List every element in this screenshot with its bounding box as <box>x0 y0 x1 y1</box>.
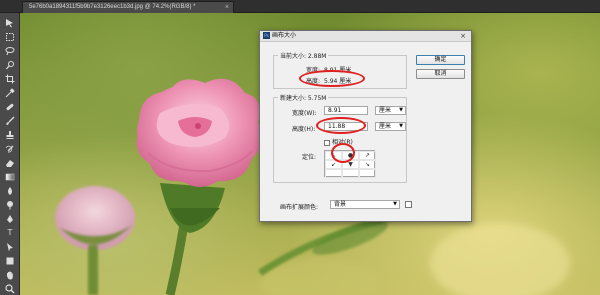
dialog-title: 画布大小 <box>272 32 297 39</box>
cancel-button[interactable]: 取消 <box>416 69 465 79</box>
anchor-bottom-left[interactable] <box>325 169 342 178</box>
highlight-ring-anchor <box>331 143 355 163</box>
history-brush-icon[interactable] <box>3 143 17 155</box>
gradient-icon[interactable] <box>3 171 17 183</box>
hand-icon[interactable] <box>3 269 17 281</box>
dialog-title-bar[interactable]: Ps 画布大小 × <box>260 31 471 42</box>
tools-panel: T <box>0 13 20 295</box>
canvas-size-dialog: Ps 画布大小 × 当前大小: 2.88M 宽度: 8.91 厘米 高度: 5.9… <box>259 30 472 222</box>
anchor-bottom-center[interactable] <box>342 169 359 178</box>
anchor-label: 定位: <box>302 154 317 161</box>
shape-icon[interactable] <box>3 255 17 267</box>
eyedropper-icon[interactable] <box>3 87 17 99</box>
marquee-icon[interactable] <box>3 31 17 43</box>
anchor-top-right[interactable]: ↗ <box>359 151 376 160</box>
chevron-down-icon: ▼ <box>399 107 403 113</box>
chevron-down-icon: ▼ <box>393 201 397 207</box>
dodge-icon[interactable] <box>3 199 17 211</box>
healing-brush-icon[interactable] <box>3 101 17 113</box>
zoom-icon[interactable] <box>3 283 17 295</box>
anchor-bottom-right[interactable] <box>359 169 376 178</box>
photoshop-icon: Ps <box>263 32 270 39</box>
width-input[interactable]: 8.91 <box>324 106 368 115</box>
blur-icon[interactable] <box>3 185 17 197</box>
document-tab-bar: 5e76b0a1894311f5b9b7e3126eec1b3d.jpg @ 7… <box>0 0 600 13</box>
close-icon[interactable]: × <box>457 31 469 41</box>
path-select-icon[interactable] <box>3 241 17 253</box>
height-unit-value: 厘米 <box>379 123 392 130</box>
width-unit-select[interactable]: 厘米 ▼ <box>375 106 406 115</box>
clone-stamp-icon[interactable] <box>3 129 17 141</box>
ext-color-value: 背景 <box>334 201 347 208</box>
anchor-middle-right[interactable]: ↘ <box>359 160 376 169</box>
document-tab[interactable]: 5e76b0a1894311f5b9b7e3126eec1b3d.jpg @ 7… <box>22 1 234 13</box>
highlight-ring-new-height <box>316 117 366 134</box>
quick-select-icon[interactable] <box>3 59 17 71</box>
new-size-label: 新建大小: 5.75M <box>278 93 329 102</box>
lasso-icon[interactable] <box>3 45 17 57</box>
brush-icon[interactable] <box>3 115 17 127</box>
move-icon[interactable] <box>3 17 17 29</box>
ok-button[interactable]: 确定 <box>416 55 465 65</box>
type-icon[interactable]: T <box>3 227 17 239</box>
tab-close-icon[interactable]: × <box>225 2 229 13</box>
checkbox-box <box>324 139 330 146</box>
ext-color-label: 画布扩展颜色: <box>280 204 319 211</box>
chevron-down-icon: ▼ <box>399 123 403 129</box>
document-tab-title: 5e76b0a1894311f5b9b7e3126eec1b3d.jpg @ 7… <box>29 4 196 10</box>
new-height-label: 高度(H): <box>292 126 316 133</box>
pen-icon[interactable] <box>3 213 17 225</box>
eraser-icon[interactable] <box>3 157 17 169</box>
current-size-label: 当前大小: 2.88M <box>278 51 329 60</box>
width-unit-value: 厘米 <box>379 107 392 114</box>
height-unit-select[interactable]: 厘米 ▼ <box>375 122 406 131</box>
highlight-ring-current-height <box>299 70 365 87</box>
ext-color-select[interactable]: 背景 ▼ <box>330 200 400 209</box>
ext-color-swatch[interactable] <box>405 201 412 208</box>
crop-icon[interactable] <box>3 73 17 85</box>
new-width-label: 宽度(W): <box>292 110 317 117</box>
